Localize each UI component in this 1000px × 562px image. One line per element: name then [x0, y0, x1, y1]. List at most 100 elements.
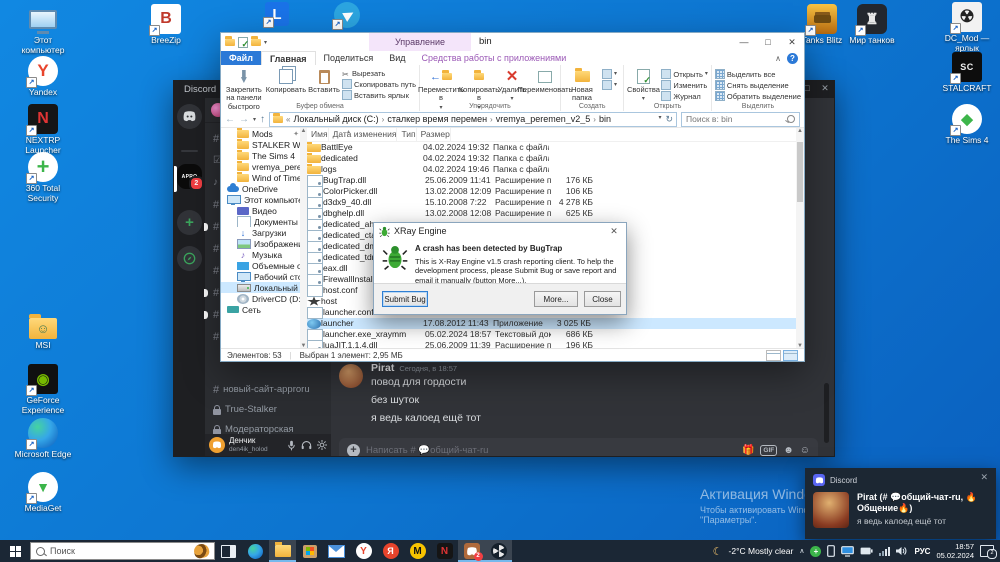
message-input[interactable]: + Написать # 💬общий-чат-ru 🎁 GIF ☻ ☺ — [339, 438, 818, 457]
new-folder-button[interactable]: Новая папка — [564, 67, 600, 103]
file-row[interactable]: BugTrap.dll 25.06.2009 11:41 Расширение … — [307, 175, 804, 186]
properties-quick-icon[interactable] — [238, 37, 248, 48]
nav-item[interactable]: Объемные объ — [221, 260, 307, 271]
dialog-titlebar[interactable]: XRay Engine ✕ — [374, 223, 626, 239]
file-row[interactable]: logs 04.02.2024 19:46 Папка с файлами — [307, 164, 804, 175]
add-server-button[interactable]: + — [177, 210, 202, 235]
emoji-icon[interactable]: ☺ — [800, 445, 810, 456]
paste-shortcut-button[interactable]: Вставить ярлык — [342, 90, 416, 100]
file-row[interactable]: d3dx9_40.dll 15.10.2008 7:22 Расширение … — [307, 197, 804, 208]
gift-icon[interactable]: 🎁 — [742, 445, 754, 456]
paste-button[interactable]: Вставить — [308, 67, 340, 94]
explorer-close-button[interactable]: ✕ — [780, 33, 804, 51]
breadcrumb[interactable]: сталкер время перемен› — [387, 114, 492, 124]
breadcrumb[interactable]: bin› — [599, 114, 611, 124]
taskbar-search-input[interactable]: Поиск — [30, 542, 215, 560]
collapse-ribbon-icon[interactable]: ∧ — [775, 54, 781, 63]
desktop-icon[interactable]: STALCRAFT — [938, 52, 996, 94]
back-button[interactable]: ← — [225, 114, 235, 125]
clock[interactable]: 18:57 05.02.2024 — [936, 542, 974, 561]
copy-path-button[interactable]: Скопировать путь — [342, 79, 416, 89]
desktop-icon[interactable]: Yandex — [14, 56, 72, 98]
management-ribbon-tab[interactable]: Управление — [369, 33, 471, 51]
desktop-icon[interactable]: Мир танков — [843, 4, 901, 46]
desktop-icon[interactable] — [318, 2, 376, 30]
close-button[interactable]: Close — [584, 291, 621, 307]
taskbar-yandex-browser-button[interactable]: Y — [350, 540, 377, 562]
column-header[interactable]: Размер — [417, 128, 451, 141]
tray-360-icon[interactable]: + — [810, 546, 821, 557]
desktop-icon[interactable] — [248, 2, 306, 28]
column-header[interactable]: Имя▴ — [307, 128, 329, 141]
weather-moon-icon[interactable]: ☾ — [713, 545, 723, 558]
nav-item[interactable]: STALKER Wind o — [221, 139, 307, 150]
nav-item[interactable]: Рабочий стол — [221, 271, 307, 282]
attach-button[interactable]: + — [347, 444, 360, 457]
nav-item[interactable]: Локальный дис — [221, 282, 307, 293]
tray-display-icon[interactable] — [841, 546, 854, 557]
channel-item[interactable]: ★ новый-сайт-approru — [205, 380, 331, 400]
taskbar-discord-button[interactable]: 2 — [458, 540, 485, 562]
large-icons-view-button[interactable] — [783, 350, 798, 361]
new-folder-quick-icon[interactable] — [251, 39, 261, 46]
edit-button[interactable]: Изменить — [661, 80, 707, 90]
desktop-icon[interactable]: Этот компьютер — [14, 4, 72, 56]
scroll-up-icon[interactable]: ▲ — [300, 128, 307, 134]
tray-phone-icon[interactable] — [827, 545, 835, 557]
server-icon-apro[interactable]: APRO 2 — [177, 164, 202, 189]
nav-item[interactable]: OneDrive — [221, 183, 307, 194]
file-row[interactable]: launcher.exe_xraymm 05.02.2024 18:57 Тек… — [307, 329, 804, 340]
explore-servers-button[interactable] — [177, 246, 202, 271]
nav-item[interactable]: Wind of Time Pa — [221, 172, 307, 183]
refresh-icon[interactable]: ↻ — [665, 114, 673, 125]
action-center-icon[interactable]: 2 — [980, 545, 994, 557]
desktop-icon[interactable]: GeForce Experience — [14, 364, 72, 416]
tray-volume-icon[interactable] — [896, 546, 908, 556]
more-button[interactable]: More... — [534, 291, 578, 307]
desktop-icon[interactable]: 360 Total Security — [14, 152, 72, 204]
nav-item[interactable]: Загрузки — [221, 227, 307, 238]
breadcrumb[interactable]: vremya_peremen_v2_5› — [496, 114, 596, 124]
file-list-scrollbar[interactable]: ▲ ▼ — [796, 128, 804, 349]
rename-button[interactable]: Переименовать — [527, 67, 563, 94]
forward-button[interactable]: → — [239, 114, 249, 125]
tray-network-icon[interactable] — [879, 547, 890, 556]
file-row[interactable]: dedicated 04.02.2024 19:32 Папка с файла… — [307, 153, 804, 164]
user-avatar[interactable] — [209, 437, 225, 453]
explorer-maximize-button[interactable]: □ — [756, 33, 780, 51]
nav-item[interactable]: Сеть — [221, 304, 307, 315]
breadcrumb[interactable]: Локальный диск (C:)› — [293, 114, 384, 124]
file-row[interactable]: launcher 17.08.2012 11:43 Приложение 3 0… — [307, 318, 804, 329]
file-row[interactable]: BattlEye 04.02.2024 19:32 Папка с файлам… — [307, 142, 804, 153]
language-indicator[interactable]: РУС — [914, 547, 930, 556]
column-header[interactable]: Дата изменения — [329, 128, 398, 141]
nav-item[interactable]: DriverCD (D:) — [221, 293, 307, 304]
up-button[interactable]: ↑ — [260, 114, 265, 125]
settings-gear-icon[interactable] — [317, 440, 327, 450]
discord-close-button[interactable]: ✕ — [816, 81, 834, 98]
address-dropdown-caret[interactable]: ▾ — [658, 114, 661, 125]
ribbon-tab[interactable]: Главная — [261, 51, 316, 66]
taskbar-yandex-button[interactable]: Я — [377, 540, 404, 562]
nav-item[interactable]: Этот компьютер — [221, 194, 307, 205]
select-all-button[interactable]: Выделить все — [715, 69, 801, 79]
copy-button[interactable]: Копировать — [266, 67, 306, 94]
recent-locations-caret[interactable]: ▾ — [253, 116, 256, 123]
search-input[interactable]: Поиск в: bin — [681, 112, 800, 127]
nav-item[interactable]: Документы — [221, 216, 307, 227]
dialog-close-icon[interactable]: ✕ — [607, 226, 621, 237]
explorer-titlebar[interactable]: ▾ — [221, 33, 804, 51]
nav-scrollbar[interactable]: ▲ ▼ — [300, 128, 307, 349]
desktop-icon[interactable]: MediaGet — [14, 472, 72, 514]
explorer-minimize-button[interactable]: — — [732, 33, 756, 51]
nav-item[interactable]: The Sims 4 — [221, 150, 307, 161]
nav-item[interactable]: vremya_pereme — [221, 161, 307, 172]
message-avatar[interactable] — [339, 364, 363, 388]
select-none-button[interactable]: Снять выделение — [715, 80, 801, 90]
invert-selection-button[interactable]: Обратить выделение — [715, 91, 801, 101]
chat-scrollbar[interactable] — [824, 383, 829, 443]
taskbar-nextrp-button[interactable]: N — [431, 540, 458, 562]
nav-item[interactable]: Видео — [221, 205, 307, 216]
file-row[interactable]: dbghelp.dll 13.02.2008 12:08 Расширение … — [307, 208, 804, 219]
tray-battery-icon[interactable] — [860, 547, 873, 555]
